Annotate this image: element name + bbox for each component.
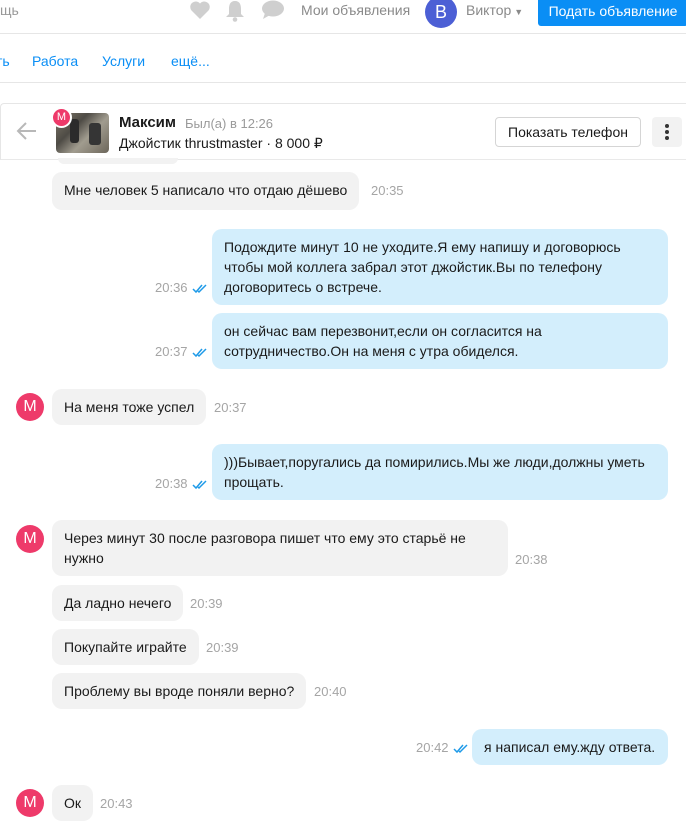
seller-avatar: М <box>51 107 72 128</box>
double-check-icon <box>192 480 207 490</box>
message-outgoing: )))Бывает,поругались да помирились.Мы же… <box>212 444 668 500</box>
user-name: Виктор <box>466 2 512 18</box>
message-time-outgoing: 20:37 <box>155 344 208 359</box>
message-incoming: Мне человек 5 написало что отдаю дёшево <box>52 172 360 210</box>
double-check-icon <box>453 744 468 754</box>
message-time: 20:42 <box>416 740 449 755</box>
last-seen-status: Был(а) в 12:26 <box>185 116 274 131</box>
chat-bubble-icon[interactable] <box>261 0 285 25</box>
category-link-services[interactable]: Услуги <box>102 53 145 69</box>
message-outgoing: он сейчас вам перезвонит,если он согласи… <box>212 313 668 369</box>
message-time: 20:38 <box>515 552 548 567</box>
message-time: 20:36 <box>155 280 188 295</box>
message-incoming: На меня тоже успел <box>52 389 207 425</box>
post-ad-button[interactable]: Подать объявление <box>538 0 686 26</box>
message-time: 20:35 <box>371 183 404 198</box>
user-avatar[interactable]: В <box>425 0 457 28</box>
bell-icon[interactable] <box>225 0 245 27</box>
message-incoming: Через минут 30 после разговора пишет что… <box>52 520 508 576</box>
clipped-message <box>58 158 178 164</box>
show-phone-button[interactable]: Показать телефон <box>495 117 641 147</box>
chat-header: М Максим Был(а) в 12:26 Джойстик thrustm… <box>0 103 686 160</box>
user-menu[interactable]: Виктор ▼ <box>466 2 523 18</box>
search-fragment: щь <box>0 2 19 18</box>
sender-avatar[interactable]: М <box>16 789 44 817</box>
message-time: 20:43 <box>100 796 133 811</box>
message-time: 20:39 <box>206 640 239 655</box>
message-incoming: Проблему вы вроде поняли верно? <box>52 673 307 709</box>
my-ads-link[interactable]: Мои объявления <box>301 2 410 18</box>
sender-avatar[interactable]: М <box>16 525 44 553</box>
heart-icon[interactable] <box>189 0 211 25</box>
item-title-price[interactable]: Джойстик thrustmaster · 8 000 ₽ <box>119 135 323 152</box>
message-time: 20:37 <box>155 344 188 359</box>
message-incoming: Покупайте играйте <box>52 629 199 665</box>
message-time: 20:39 <box>190 596 223 611</box>
category-link-more[interactable]: ещё... <box>171 53 210 69</box>
message-time-outgoing: 20:36 <box>155 280 208 295</box>
message-time: 20:38 <box>155 476 188 491</box>
back-arrow-icon[interactable] <box>16 120 38 147</box>
double-check-icon <box>192 284 207 294</box>
chevron-down-icon: ▼ <box>514 7 524 17</box>
message-time: 20:37 <box>214 400 247 415</box>
category-link[interactable]: ть <box>0 53 10 69</box>
category-bar: ть Работа Услуги ещё... <box>0 33 686 83</box>
message-time: 20:40 <box>314 684 347 699</box>
message-incoming: Да ладно нечего <box>52 585 184 621</box>
more-vertical-icon[interactable] <box>652 117 682 147</box>
seller-name: Максим <box>119 114 176 131</box>
message-outgoing: Подождите минут 10 не уходите.Я ему напи… <box>212 229 668 305</box>
sender-avatar[interactable]: М <box>16 393 44 421</box>
double-check-icon <box>192 348 207 358</box>
message-time-outgoing: 20:42 <box>416 740 469 755</box>
message-time-outgoing: 20:38 <box>155 476 208 491</box>
category-link-work[interactable]: Работа <box>32 53 78 69</box>
top-bar: щь Мои объявления В Виктор ▼ Подать объяв… <box>0 0 686 28</box>
message-outgoing: я написал ему.жду ответа. <box>472 729 668 765</box>
message-incoming: Ок <box>52 785 94 821</box>
